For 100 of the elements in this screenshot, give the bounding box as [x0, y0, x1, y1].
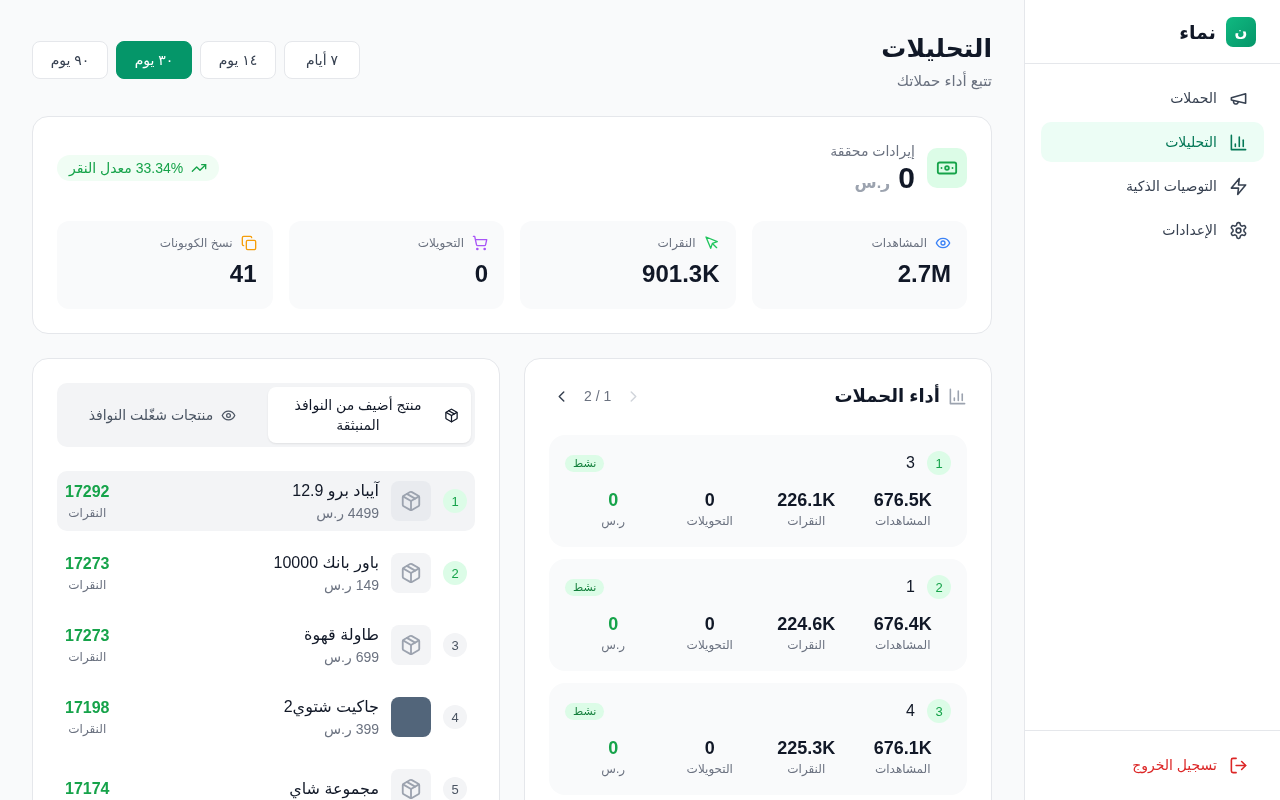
stat-label: النقرات	[787, 637, 826, 654]
rank-badge: 2	[927, 575, 951, 599]
stat-label: المشاهدات	[875, 761, 931, 778]
bar-chart-icon	[1229, 132, 1248, 152]
nav-item[interactable]: التوصيات الذكية	[1041, 166, 1264, 206]
campaign-name: 4	[906, 702, 915, 720]
stat-value: 0	[608, 613, 619, 636]
package-icon	[444, 407, 459, 423]
product-name: مجموعة شاي	[289, 779, 379, 800]
campaign-name: 1	[906, 578, 915, 596]
stat-value: 41	[229, 259, 257, 289]
stat-value: 0	[704, 489, 715, 512]
clicks-value: 17292	[65, 482, 110, 502]
product-name: طاولة قهوة	[304, 625, 379, 646]
page-indicator: 1 / 2	[584, 388, 612, 404]
stat-value: 676.1K	[873, 737, 932, 760]
stat-value: 226.1K	[777, 489, 836, 512]
stat-label: المشاهدات	[875, 637, 931, 654]
product-price: 399 ر.س	[324, 720, 379, 738]
stat-value: 225.3K	[777, 737, 836, 760]
cursor-icon	[703, 235, 720, 251]
brand-name: نماء	[1179, 20, 1216, 43]
stat-label: ر.س	[601, 513, 626, 530]
stat-value: 901.3K	[642, 259, 720, 289]
logout-button[interactable]: تسجيل الخروج	[1116, 745, 1264, 785]
stat-label: التحويلات	[686, 761, 733, 778]
campaign-name: 3	[906, 454, 915, 472]
stat-label: النقرات	[657, 236, 696, 250]
clicks-value: 17273	[65, 626, 110, 646]
product-tab[interactable]: منتجات شغّلت النوافذ	[61, 387, 264, 443]
product-price: 149 ر.س	[324, 576, 379, 594]
rank-badge: 1	[443, 489, 467, 513]
product-price: 4499 ر.س	[316, 504, 379, 522]
stat-label: المشاهدات	[871, 236, 927, 250]
stat-label: ر.س	[601, 637, 626, 654]
stat-value: 0	[704, 737, 715, 760]
stat-value: 0	[608, 737, 619, 760]
rank-badge: 3	[443, 633, 467, 657]
click-rate-text: 33.34% معدل النقر	[69, 160, 184, 176]
product-name: باور بانك 10000	[273, 553, 379, 574]
stat-label: التحويلات	[686, 637, 733, 654]
stat-value: 0	[704, 613, 715, 636]
package-icon	[391, 553, 431, 593]
eye-icon	[935, 235, 951, 251]
product-tab[interactable]: منتج أضيف من النوافذ المنبثقة	[268, 387, 471, 443]
rank-badge: 5	[443, 777, 467, 800]
logout-icon	[1229, 755, 1248, 775]
stat-label: نسخ الكوبونات	[159, 236, 233, 250]
clicks-label: النقرات	[68, 577, 107, 593]
rank-badge: 1	[927, 451, 951, 475]
stat-label: ر.س	[601, 761, 626, 778]
revenue-label: إيرادات محققة	[830, 142, 915, 161]
stat-value: 0	[474, 259, 488, 289]
stat-value: 224.6K	[777, 613, 836, 636]
cart-icon	[472, 235, 488, 251]
nav-item[interactable]: التحليلات	[1041, 122, 1264, 162]
package-icon	[391, 481, 431, 521]
rank-badge: 2	[443, 561, 467, 585]
logo-mark: ن	[1226, 16, 1256, 47]
photo-placeholder	[391, 697, 431, 737]
product-name: جاكيت شتوي2	[283, 697, 379, 718]
status-pill: نشط	[565, 454, 605, 472]
stat-value: 676.4K	[873, 613, 932, 636]
nav-item[interactable]: الإعدادات	[1041, 210, 1264, 250]
lightning-icon	[1229, 176, 1248, 196]
clicks-label: النقرات	[68, 505, 107, 521]
package-icon	[391, 625, 431, 665]
chevron-right-icon	[629, 389, 639, 403]
clicks-value: 17198	[65, 698, 110, 718]
date-range-tab[interactable]: ٧ أيام	[284, 41, 360, 79]
product-price: 699 ر.س	[324, 648, 379, 666]
stat-label: التحويلات	[686, 513, 733, 530]
revenue-value: 0	[898, 161, 915, 195]
status-pill: نشط	[565, 702, 605, 720]
stat-label: النقرات	[787, 761, 826, 778]
nav-item[interactable]: الحملات	[1041, 78, 1264, 118]
page-title: التحليلات	[881, 33, 992, 64]
status-pill: نشط	[565, 578, 605, 596]
product-name: آيباد برو 12.9	[292, 480, 379, 502]
clicks-label: النقرات	[68, 649, 107, 665]
currency-text: ر.س	[854, 173, 891, 192]
copy-icon	[240, 235, 257, 251]
page-subtitle: تتبع أداء حملاتك	[895, 70, 992, 92]
settings-icon	[1229, 220, 1248, 240]
stat-value: 0	[608, 489, 619, 512]
clicks-value: 17174	[65, 779, 110, 799]
rank-badge: 4	[443, 705, 467, 729]
stat-value: 2.7M	[897, 259, 951, 289]
eye-icon	[221, 407, 237, 423]
stat-value: 676.5K	[873, 489, 932, 512]
chevron-left-icon	[557, 389, 566, 403]
stat-label: التحويلات	[417, 236, 464, 250]
date-range-tab[interactable]: ١٤ يوم	[200, 41, 276, 79]
panel-title: أداء الحملات	[834, 385, 940, 407]
clicks-label: النقرات	[68, 721, 107, 737]
date-range-tab[interactable]: ٩٠ يوم	[32, 41, 108, 79]
date-range-tab[interactable]: ٣٠ يوم	[116, 41, 192, 79]
clicks-value: 17273	[65, 554, 110, 574]
stat-label: النقرات	[787, 513, 826, 530]
rank-badge: 3	[927, 699, 951, 723]
